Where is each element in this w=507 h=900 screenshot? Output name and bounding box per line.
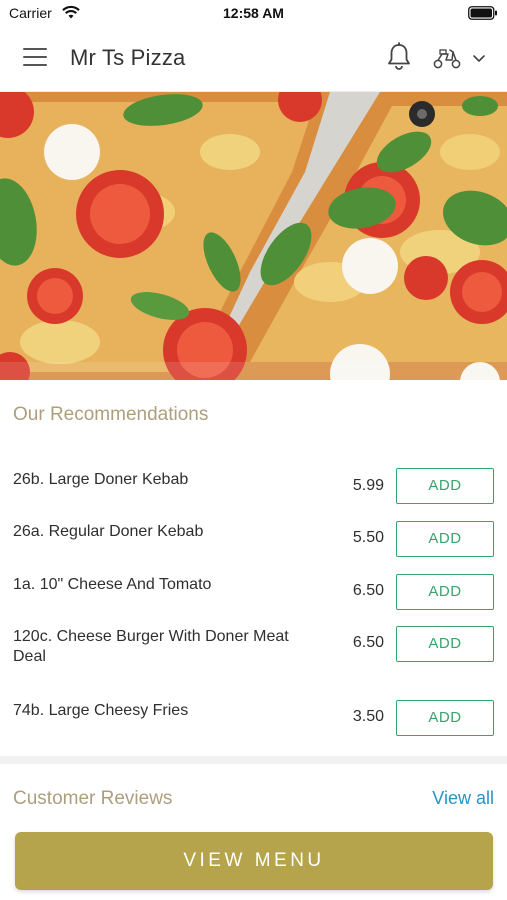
menu-item-price: 3.50 [352, 708, 384, 725]
menu-item-name: 1a. 10" Cheese And Tomato [13, 576, 212, 593]
menu-icon[interactable] [23, 48, 47, 68]
clock: 12:58 AM [223, 5, 284, 21]
menu-item-price: 6.50 [352, 634, 384, 651]
pizza-photo [0, 92, 507, 380]
page-title: Mr Ts Pizza [70, 45, 186, 70]
status-bar: Carrier 12:58 AM [0, 0, 507, 28]
menu-item-name: 26a. Regular Doner Kebab [13, 523, 204, 540]
menu-item-price: 5.50 [352, 529, 384, 546]
section-divider [0, 756, 507, 764]
chevron-down-icon[interactable] [472, 52, 486, 64]
menu-item-price: 5.99 [352, 477, 384, 494]
add-to-cart-button[interactable]: ADD [396, 626, 494, 662]
menu-item-name: 74b. Large Cheesy Fries [13, 702, 189, 719]
recommendations-title: Our Recommendations [13, 404, 209, 425]
app-header: Mr Ts Pizza [0, 28, 507, 92]
reviews-title: Customer Reviews [13, 788, 173, 809]
view-all-link[interactable]: View all [432, 788, 494, 809]
menu-item-name: 26b. Large Doner Kebab [13, 471, 189, 488]
view-menu-button[interactable]: VIEW MENU [15, 832, 493, 890]
add-to-cart-button[interactable]: ADD [396, 468, 494, 504]
menu-item-name: 120c. Cheese Burger With Doner Meat Deal [13, 628, 289, 665]
add-to-cart-button[interactable]: ADD [396, 700, 494, 736]
add-to-cart-button[interactable]: ADD [396, 521, 494, 557]
scooter-icon[interactable] [432, 46, 462, 70]
menu-item-price: 6.50 [352, 582, 384, 599]
add-to-cart-button[interactable]: ADD [396, 574, 494, 610]
battery-icon [468, 6, 497, 20]
bell-icon[interactable] [386, 42, 412, 72]
